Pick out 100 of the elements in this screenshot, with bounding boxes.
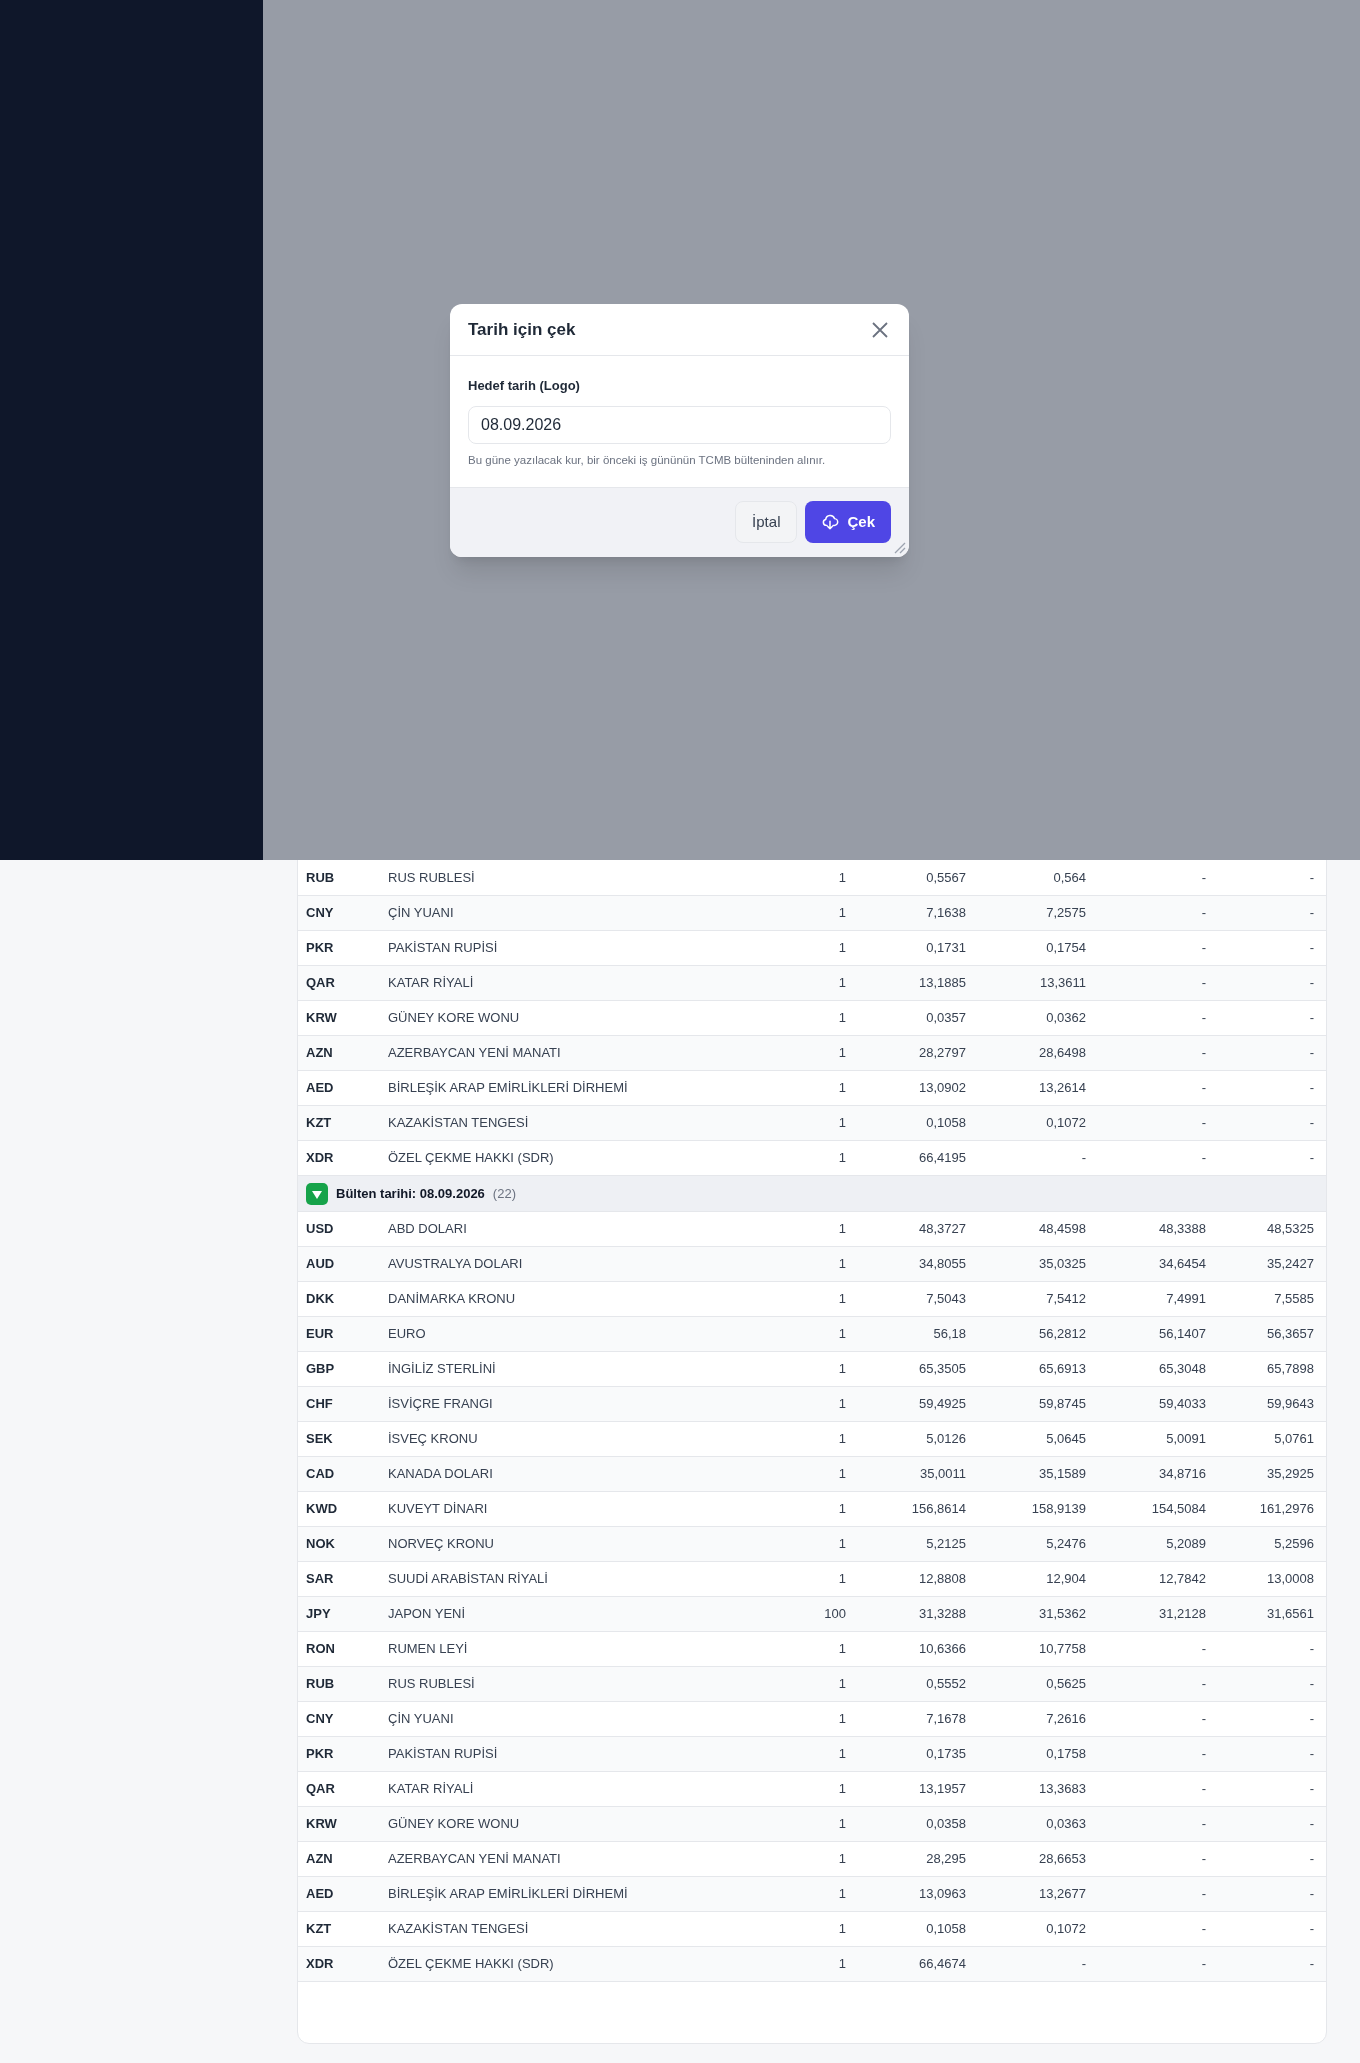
- table-cell: 1: [838, 940, 846, 956]
- table-cell: 65,7898: [1267, 1361, 1314, 1377]
- currency-code: CHF: [306, 1396, 333, 1412]
- table-cell: 48,4598: [1039, 1221, 1086, 1237]
- table-cell: 56,2812: [1039, 1326, 1086, 1342]
- currency-name: AZERBAYCAN YENİ MANATI: [388, 1045, 561, 1061]
- table-cell: -: [1201, 975, 1206, 991]
- table-cell: -: [1309, 1010, 1314, 1026]
- table-cell: 59,4033: [1159, 1396, 1206, 1412]
- date-input[interactable]: 08.09.2026: [468, 405, 891, 444]
- table-cell: 5,0091: [1166, 1431, 1206, 1447]
- currency-code: KRW: [306, 1816, 337, 1832]
- table-cell: 5,2476: [1046, 1536, 1086, 1552]
- currency-name: İSVEÇ KRONU: [388, 1431, 478, 1447]
- currency-name: PAKİSTAN RUPİSİ: [388, 940, 498, 956]
- table-cell: 1: [838, 1781, 846, 1797]
- close-icon: [870, 319, 890, 340]
- table-cell: -: [1309, 1816, 1314, 1832]
- table-cell: 1: [838, 1080, 846, 1096]
- table-cell: 1: [838, 1431, 846, 1447]
- table-cell: 34,8055: [919, 1256, 966, 1272]
- table-cell: 13,3683: [1039, 1781, 1086, 1797]
- currency-name: ÖZEL ÇEKME HAKKI (SDR): [388, 1150, 554, 1166]
- currency-name: DANİMARKA KRONU: [388, 1291, 516, 1307]
- table-cell: 1: [838, 1361, 846, 1377]
- currency-code: AZN: [306, 1045, 333, 1061]
- table-cell: 0,0363: [1046, 1816, 1086, 1832]
- currency-name: GÜNEY KORE WONU: [388, 1010, 520, 1026]
- table-cell: -: [1201, 1781, 1206, 1797]
- table-cell: 161,2976: [1259, 1501, 1314, 1517]
- currency-code: EUR: [306, 1326, 334, 1342]
- table-cell: -: [1201, 1711, 1206, 1727]
- table-cell: 1: [838, 1571, 846, 1587]
- table-cell: 35,2925: [1267, 1466, 1314, 1482]
- table-cell: 1: [838, 1221, 846, 1237]
- table-cell: 1: [838, 1501, 846, 1517]
- table-cell: 7,5412: [1046, 1291, 1086, 1307]
- table-cell: 0,5567: [926, 870, 966, 886]
- table-cell: -: [1201, 1816, 1206, 1832]
- table-cell: 31,5362: [1039, 1606, 1086, 1622]
- table-cell: -: [1201, 905, 1206, 921]
- table-cell: -: [1201, 1851, 1206, 1867]
- group-title: Bülten tarihi: 08.09.2026: [336, 1184, 485, 1203]
- currency-code: AED: [306, 1886, 334, 1902]
- field-hint: Bu güne yazılacak kur, bir önceki iş gününün TCMB bülteninden alınır.: [468, 452, 827, 468]
- table-cell: -: [1309, 1676, 1314, 1692]
- table-cell: 59,9643: [1267, 1396, 1314, 1412]
- table-cell: 48,3388: [1159, 1221, 1206, 1237]
- table-cell: 28,2797: [919, 1045, 966, 1061]
- currency-name: RUS RUBLESİ: [388, 1676, 475, 1692]
- table-cell: 0,1072: [1046, 1921, 1086, 1937]
- currency-code: USD: [306, 1221, 334, 1237]
- table-cell: 1: [838, 1291, 846, 1307]
- currency-name: JAPON YENİ: [388, 1606, 466, 1622]
- currency-code: RON: [306, 1641, 335, 1657]
- currency-code: AUD: [306, 1256, 335, 1272]
- table-cell: 48,5325: [1267, 1221, 1314, 1237]
- currency-name: ABD DOLARI: [388, 1221, 467, 1237]
- currency-name: NORVEÇ KRONU: [388, 1536, 494, 1552]
- table-cell: 0,564: [1053, 870, 1086, 886]
- table-cell: 35,0011: [919, 1466, 966, 1482]
- currency-name: KAZAKİSTAN TENGESİ: [388, 1921, 529, 1937]
- table-cell: -: [1309, 1781, 1314, 1797]
- table-cell: 1: [838, 905, 846, 921]
- table-cell: -: [1201, 1010, 1206, 1026]
- currency-name: KATAR RİYALİ: [388, 975, 474, 991]
- currency-name: ÇİN YUANI: [388, 905, 454, 921]
- currency-name: KAZAKİSTAN TENGESİ: [388, 1115, 529, 1131]
- table-cell: -: [1201, 940, 1206, 956]
- currency-code: XDR: [306, 1150, 334, 1166]
- table-cell: 56,18: [933, 1326, 966, 1342]
- table-cell: 1: [838, 1045, 846, 1061]
- table-cell: 158,9139: [1031, 1501, 1086, 1517]
- table-cell: 5,2596: [1274, 1536, 1314, 1552]
- table-cell: 156,8614: [911, 1501, 966, 1517]
- currency-name: ÖZEL ÇEKME HAKKI (SDR): [388, 1956, 554, 1972]
- table-cell: 1: [838, 1956, 846, 1972]
- table-cell: 1: [838, 1641, 846, 1657]
- triangle-toggle-icon[interactable]: [306, 1182, 328, 1205]
- table-cell: 0,0357: [926, 1010, 966, 1026]
- currency-code: PKR: [306, 940, 334, 956]
- currency-name: KATAR RİYALİ: [388, 1781, 474, 1797]
- table-cell: 13,0963: [919, 1886, 966, 1902]
- table-cell: 5,2089: [1166, 1536, 1206, 1552]
- table-cell: -: [1201, 1150, 1206, 1166]
- fetch-button[interactable]: Çek: [805, 501, 891, 544]
- cancel-button[interactable]: İptal: [735, 501, 798, 544]
- group-header[interactable]: Bülten tarihi: 08.09.2026 (22): [298, 1176, 1326, 1212]
- table-cell: -: [1309, 1956, 1314, 1972]
- dialog-title: Tarih için çek: [468, 318, 576, 341]
- table-cell: 65,6913: [1039, 1361, 1086, 1377]
- table-cell: 1: [838, 1711, 846, 1727]
- currency-name: BİRLEŞİK ARAP EMİRLİKLERİ DİRHEMİ: [388, 1080, 628, 1096]
- table-cell: 65,3505: [919, 1361, 966, 1377]
- table-cell: 0,0362: [1046, 1010, 1086, 1026]
- table-cell: 1: [838, 1466, 846, 1482]
- table-cell: 5,0126: [926, 1431, 966, 1447]
- table-cell: 7,1638: [926, 905, 966, 921]
- currency-code: QAR: [306, 975, 335, 991]
- currency-name: SUUDİ ARABİSTAN RİYALİ: [388, 1571, 548, 1587]
